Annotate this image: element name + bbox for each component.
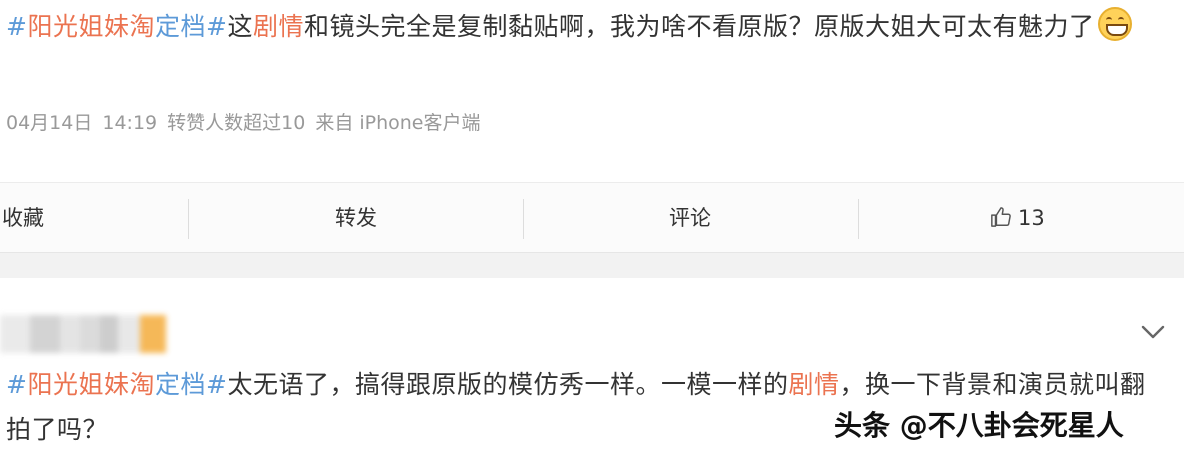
- favorite-button[interactable]: 收藏: [0, 183, 62, 253]
- action-bar: 收藏 转发 评论 13: [0, 182, 1184, 253]
- post-date: 04月14日: [6, 112, 93, 134]
- topic-tag[interactable]: #阳光姐妹淘定档#: [6, 12, 227, 41]
- section-gap: [0, 252, 1184, 279]
- repost-count-text: 转赞人数超过10: [167, 112, 306, 134]
- action-divider: [523, 199, 524, 239]
- keyword-link[interactable]: 剧情: [788, 370, 839, 399]
- comment-button[interactable]: 评论: [634, 183, 746, 253]
- source-client[interactable]: iPhone客户端: [359, 112, 480, 134]
- repost-button[interactable]: 转发: [300, 183, 412, 253]
- blurred-username: [0, 315, 166, 353]
- watermark: 头条 @不八卦会死星人: [834, 409, 1124, 442]
- chevron-down-icon[interactable]: [1140, 322, 1166, 342]
- action-divider: [858, 199, 859, 239]
- thumbs-up-icon: [991, 207, 1011, 227]
- weibo-post: #阳光姐妹淘定档#这剧情和镜头完全是复制黏贴啊，我为啥不看原版？原版大姐大可太有…: [0, 0, 1184, 182]
- source-prefix: 来自: [315, 112, 354, 134]
- topic-tag[interactable]: #阳光姐妹淘定档#: [6, 370, 227, 399]
- post-text: #阳光姐妹淘定档#这剧情和镜头完全是复制黏贴啊，我为啥不看原版？原版大姐大可太有…: [6, 4, 1166, 50]
- like-button[interactable]: 13: [990, 183, 1080, 253]
- post-meta: 04月14日 14:19 转赞人数超过10 来自 iPhone客户端: [6, 108, 490, 135]
- like-count: 13: [1018, 206, 1045, 230]
- action-divider: [188, 199, 189, 239]
- keyword-link[interactable]: 剧情: [253, 12, 304, 41]
- post-time[interactable]: 14:19: [102, 112, 157, 134]
- grin-emoji-icon: [1098, 7, 1133, 41]
